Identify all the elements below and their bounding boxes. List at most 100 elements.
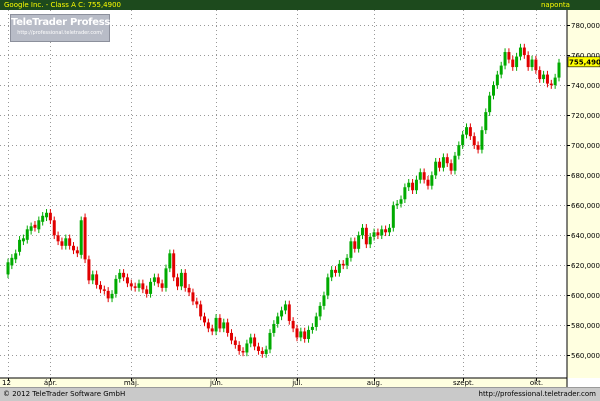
candle-down (545, 74, 549, 84)
candle-down (384, 229, 388, 233)
candle-up (276, 316, 280, 324)
footer-url[interactable]: http://professional.teletrader.com (479, 388, 596, 401)
candle-down (52, 220, 56, 236)
candle-up (268, 332, 272, 350)
candle-up (503, 52, 507, 66)
candle-down (303, 331, 307, 339)
candle-down (226, 322, 230, 333)
candle-down (98, 284, 102, 290)
candle-up (152, 277, 156, 282)
candle-down (449, 163, 453, 171)
candle-up (330, 269, 334, 278)
candle-up (360, 227, 364, 236)
candle-up (357, 235, 361, 249)
candle-down (287, 304, 291, 321)
candle-up (29, 226, 33, 231)
candle-up (118, 272, 122, 279)
candle-up (553, 77, 557, 86)
candle-down (522, 47, 526, 56)
candle-up (399, 199, 403, 204)
candle-up (21, 238, 25, 242)
candle-up (179, 272, 183, 287)
candle-up (149, 281, 153, 294)
candle-up (214, 317, 218, 332)
chart-title: Google Inc. - Class A C: 755,4900 (4, 1, 121, 9)
candle-down (253, 337, 257, 347)
y-tick-label: 720,0000 (571, 112, 600, 120)
candle-up (418, 172, 422, 180)
x-tick-label: 12 (2, 379, 11, 387)
candle-up (310, 326, 314, 330)
candle-down (87, 259, 91, 281)
candle-up (349, 241, 353, 258)
candle-down (534, 59, 538, 71)
candle-down (364, 227, 368, 245)
candle-down (156, 277, 160, 284)
candle-up (530, 59, 534, 68)
candle-up (488, 95, 492, 113)
candle-up (25, 229, 29, 240)
candle-up (414, 179, 418, 191)
last-price-label: 755,4900 (569, 58, 600, 66)
candle-up (434, 161, 438, 176)
candle-up (245, 343, 249, 353)
candle-down (206, 322, 210, 329)
candle-down (291, 320, 295, 329)
candle-up (222, 322, 226, 329)
candle-up (314, 316, 318, 327)
candle-down (33, 224, 37, 228)
y-tick-label: 560,0000 (571, 352, 600, 360)
x-tick-label: jún. (209, 379, 223, 387)
y-tick-label: 780,0000 (571, 22, 600, 30)
candle-up (249, 337, 253, 344)
candle-up (110, 293, 114, 299)
candle-up (6, 262, 10, 275)
candle-down (102, 289, 106, 291)
candle-down (183, 272, 187, 288)
candle-down (538, 70, 542, 80)
candle-up (372, 232, 376, 237)
candle-up (430, 175, 434, 186)
y-tick-label: 640,0000 (571, 232, 600, 240)
candle-up (499, 65, 503, 75)
candle-down (526, 55, 530, 68)
candle-down (411, 182, 415, 191)
candle-up (272, 323, 276, 333)
logo-title: TeleTrader Professional (11, 17, 137, 28)
candle-up (114, 278, 118, 294)
x-tick-label: máj. (124, 379, 139, 387)
candle-up (10, 257, 14, 266)
candle-up (391, 205, 395, 228)
candle-down (106, 290, 110, 299)
candle-down (472, 136, 476, 146)
y-tick-label: 600,0000 (571, 292, 600, 300)
candle-up (283, 304, 287, 311)
footer-copyright: © 2012 TeleTrader Software GmbH (3, 390, 126, 398)
candle-up (480, 130, 484, 150)
candle-down (445, 157, 449, 164)
price-chart[interactable]: 560,0000 580,0000 600,0000 620,0000 640,0000… (0, 10, 600, 387)
candle-down (210, 328, 214, 332)
candle-down (48, 212, 52, 221)
candle-down (341, 263, 345, 266)
candle-up (484, 112, 488, 131)
candle-down (507, 52, 511, 60)
chart-header-bar: Google Inc. - Class A C: 755,4900 napont… (0, 0, 600, 10)
candle-down (95, 274, 99, 285)
y-tick-label: 680,0000 (571, 172, 600, 180)
candle-up (395, 203, 399, 206)
candle-down (237, 344, 241, 351)
candle-up (280, 310, 284, 317)
candle-down (233, 340, 237, 345)
y-tick-label: 700,0000 (571, 142, 600, 150)
candle-up (557, 62, 561, 78)
y-tick-label: 580,0000 (571, 322, 600, 330)
candle-down (549, 83, 553, 86)
candle-up (518, 47, 522, 57)
candle-down (160, 283, 164, 288)
candle-down (125, 277, 129, 284)
candle-up (14, 253, 18, 260)
candle-up (18, 239, 22, 252)
chart-period[interactable]: naponta (541, 0, 570, 10)
candle-down (295, 328, 299, 338)
